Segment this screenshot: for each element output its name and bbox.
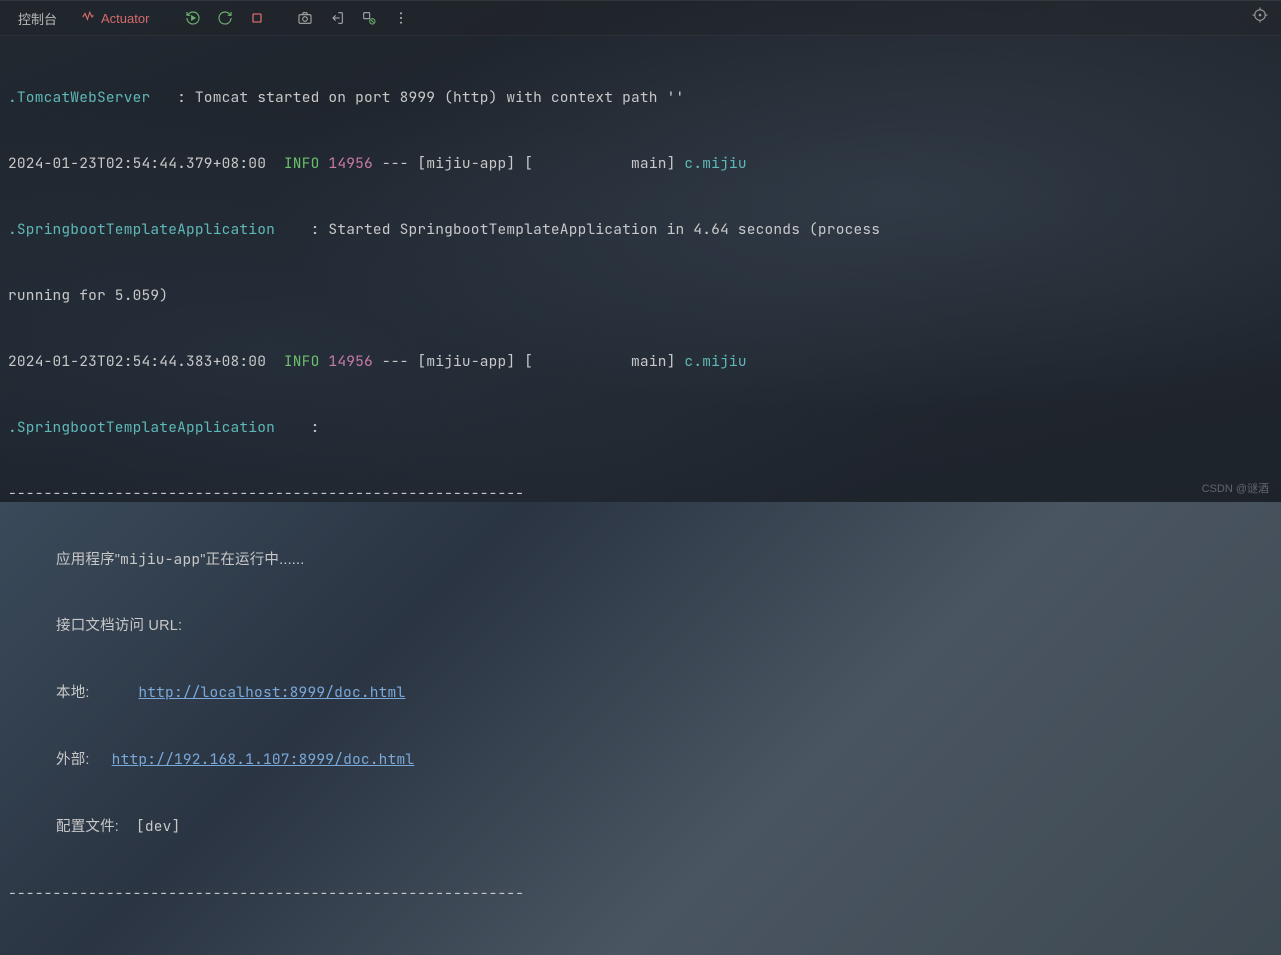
exit-icon[interactable]	[323, 4, 351, 32]
stop-button[interactable]	[243, 4, 271, 32]
pid: 14956	[320, 154, 373, 173]
more-options-icon[interactable]	[387, 4, 415, 32]
logger-name: c.mijiu	[684, 154, 746, 173]
log-text: : Started SpringbootTemplateApplication …	[311, 220, 881, 239]
app-running-suffix: "正在运行中......	[200, 552, 304, 568]
log-text: --- [mijiu-app] [ main]	[373, 352, 685, 371]
logger-tomcat: .TomcatWebServer	[8, 88, 177, 107]
log-text: : Tomcat started on port 8999 (http) wit…	[177, 88, 684, 107]
log-level-info: INFO	[284, 352, 320, 371]
logger-app: .SpringbootTemplateApplication	[8, 418, 311, 437]
doc-url-label: 接口文档访问 URL:	[8, 610, 1273, 643]
actuator-icon	[81, 10, 95, 27]
config-profile: [dev]	[136, 817, 181, 836]
separator: ----------------------------------------…	[8, 877, 1273, 910]
actuator-label: Actuator	[101, 11, 149, 26]
pid: 14956	[320, 352, 373, 371]
console-toolbar: 控制台 Actuator	[0, 0, 1281, 36]
logger-app: .SpringbootTemplateApplication	[8, 220, 311, 239]
camera-icon[interactable]	[291, 4, 319, 32]
separator: ----------------------------------------…	[8, 477, 1273, 510]
external-label: 外部:	[56, 752, 94, 768]
app-name: mijiu-app	[120, 550, 200, 569]
config-label: 配置文件:	[56, 819, 136, 835]
log-text: :	[311, 418, 320, 437]
timestamp: 2024-01-23T02:54:44.379+08:00	[8, 154, 284, 173]
tab-actuator[interactable]: Actuator	[71, 6, 159, 31]
watermark: CSDN @谜酒	[1202, 480, 1269, 496]
log-text: --- [mijiu-app] [ main]	[373, 154, 685, 173]
local-label: 本地:	[56, 685, 94, 701]
log-level-info: INFO	[284, 154, 320, 173]
local-doc-link[interactable]: http://localhost:8999/doc.html	[138, 683, 405, 702]
layout-settings-icon[interactable]	[355, 4, 383, 32]
target-icon[interactable]	[1251, 6, 1269, 29]
tab-console[interactable]: 控制台	[8, 5, 67, 32]
rerun-debug-button[interactable]	[211, 4, 239, 32]
external-doc-link[interactable]: http://192.168.1.107:8999/doc.html	[112, 750, 415, 769]
timestamp: 2024-01-23T02:54:44.383+08:00	[8, 352, 284, 371]
rerun-button[interactable]	[179, 4, 207, 32]
logger-name: c.mijiu	[684, 352, 746, 371]
app-running-label: 应用程序"	[56, 552, 120, 568]
console-output: .TomcatWebServer : Tomcat started on por…	[0, 36, 1281, 955]
log-text: running for 5.059)	[8, 286, 168, 305]
